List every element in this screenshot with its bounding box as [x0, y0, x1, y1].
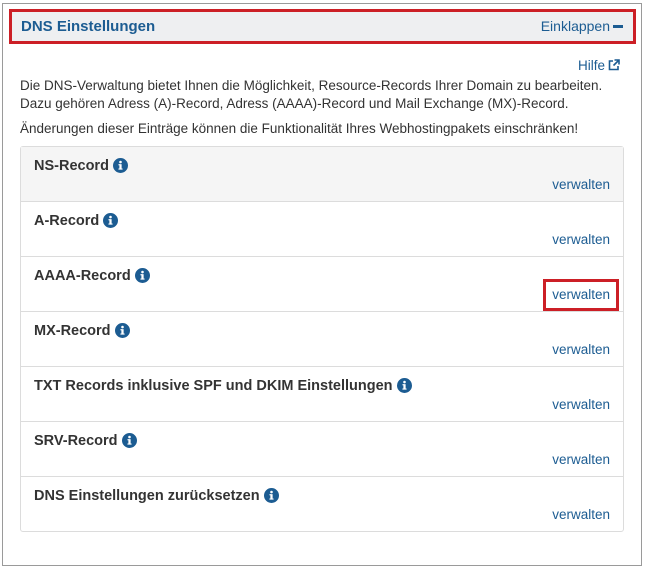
help-link[interactable]: Hilfe: [578, 58, 620, 74]
collapse-label: Einklappen: [540, 18, 610, 34]
manage-link[interactable]: verwalten: [552, 507, 610, 522]
record-title-label: A-Record: [34, 213, 100, 229]
info-icon[interactable]: [396, 378, 412, 397]
record-item: NS-Record verwalten: [21, 147, 623, 201]
minus-icon: [613, 24, 623, 28]
record-list: NS-Record verwalten A-Record verwalten AAAA-…: [20, 146, 624, 532]
intro-text: Die DNS-Verwaltung bietet Ihnen die Mögl…: [20, 78, 603, 111]
collapse-button[interactable]: Einklappen: [541, 18, 623, 34]
record-title: MX-Record: [34, 323, 130, 342]
record-title-label: AAAA-Record: [34, 268, 131, 284]
manage-link[interactable]: verwalten: [552, 452, 610, 467]
record-title: SRV-Record: [34, 433, 137, 452]
record-title: TXT Records inklusive SPF und DKIM Einst…: [34, 378, 412, 397]
record-item: MX-Record verwalten: [21, 311, 623, 366]
record-title-label: SRV-Record: [34, 433, 118, 449]
info-icon[interactable]: [121, 433, 137, 452]
info-icon[interactable]: [114, 323, 130, 342]
warning-text: Änderungen dieser Einträge können die Fu…: [20, 121, 579, 136]
record-item: SRV-Record verwalten: [21, 421, 623, 476]
info-icon[interactable]: [112, 158, 128, 177]
record-item: TXT Records inklusive SPF und DKIM Einst…: [21, 366, 623, 421]
record-title: AAAA-Record: [34, 268, 150, 287]
help-label: Hilfe: [577, 58, 605, 73]
record-item: A-Record verwalten: [21, 201, 623, 256]
record-item: DNS Einstellungen zurücksetzen verwalten: [21, 476, 623, 531]
info-icon[interactable]: [134, 268, 150, 287]
record-title: NS-Record: [34, 158, 128, 177]
manage-link[interactable]: verwalten: [543, 279, 619, 311]
record-title-label: MX-Record: [34, 323, 111, 339]
panel-title: DNS Einstellungen: [21, 18, 156, 35]
manage-link[interactable]: verwalten: [552, 177, 610, 192]
manage-link[interactable]: verwalten: [552, 342, 610, 357]
external-link-icon: [608, 59, 620, 74]
record-title-label: DNS Einstellungen zurücksetzen: [34, 488, 260, 504]
record-title-label: NS-Record: [34, 158, 109, 174]
manage-link[interactable]: verwalten: [552, 397, 610, 412]
info-icon[interactable]: [263, 488, 279, 507]
record-title: A-Record: [34, 213, 119, 232]
info-icon[interactable]: [103, 213, 119, 232]
record-item: AAAA-Record verwalten: [21, 256, 623, 311]
manage-link[interactable]: verwalten: [552, 232, 610, 247]
record-title-label: TXT Records inklusive SPF und DKIM Einst…: [34, 378, 393, 394]
panel-header[interactable]: DNS Einstellungen Einklappen: [9, 9, 636, 44]
record-title: DNS Einstellungen zurücksetzen: [34, 488, 279, 507]
